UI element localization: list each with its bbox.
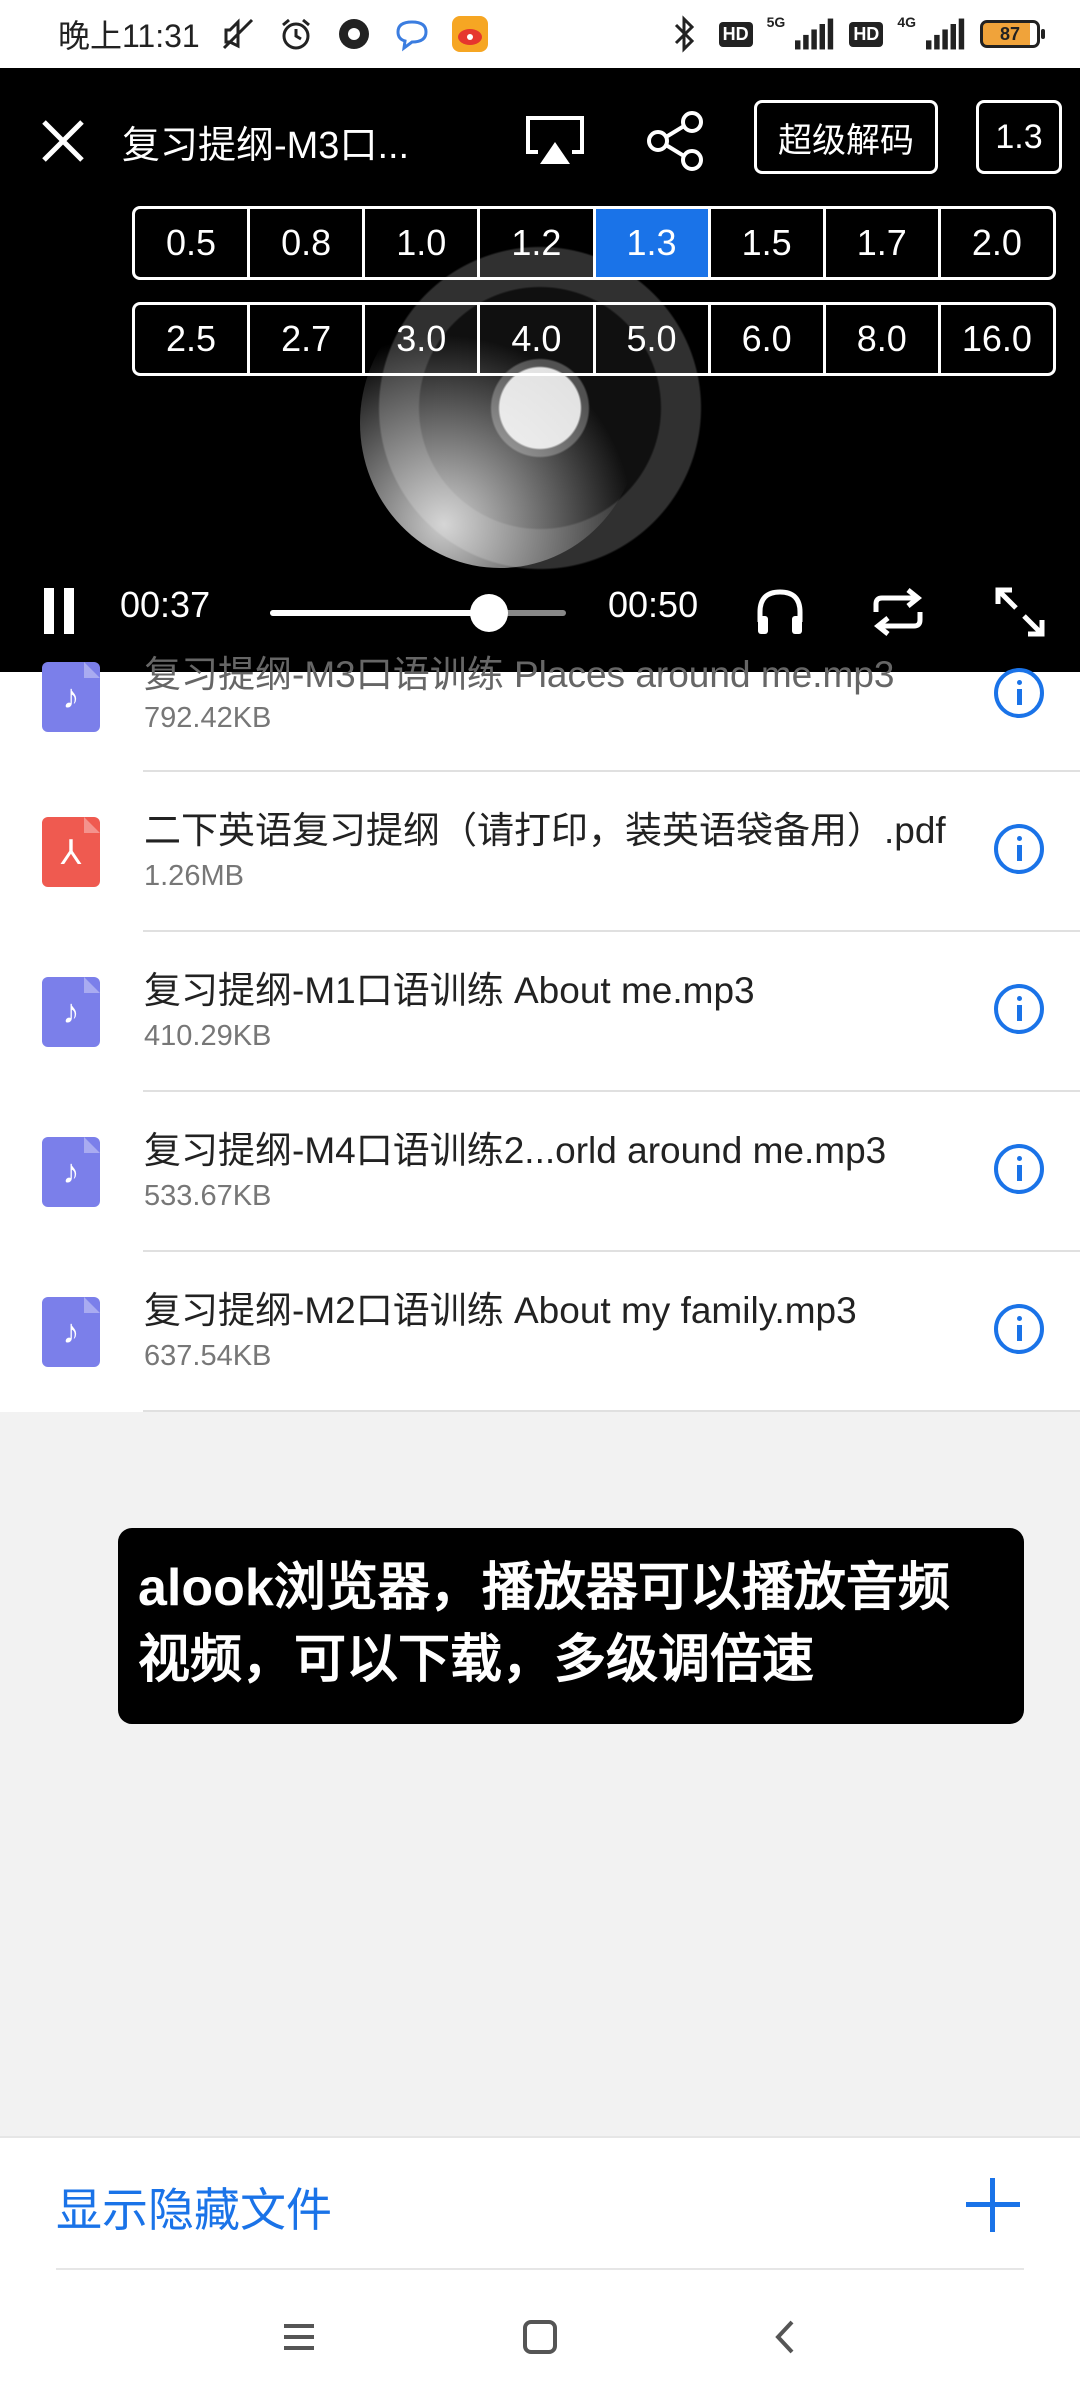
network-type: 5G: [766, 14, 786, 30]
player-title: 复习提纲-M3口...: [122, 125, 410, 167]
file-size: 533.67KB: [144, 1180, 272, 1212]
speed-option[interactable]: 0.5: [135, 209, 251, 277]
hd-badge: HD: [718, 21, 753, 47]
caption-overlay: alook浏览器，播放器可以播放音频 视频，可以下载，多级调倍速: [118, 1528, 1024, 1724]
file-list: ♪ 复习提纲-M3口语训练 Places around me.mp3 792.4…: [0, 654, 1080, 1412]
speed-option[interactable]: 1.7: [826, 209, 941, 277]
network-type: 4G: [897, 14, 916, 30]
speed-option[interactable]: 6.0: [711, 305, 826, 373]
speed-option[interactable]: 1.5: [711, 209, 826, 277]
repeat-button[interactable]: [868, 582, 928, 642]
info-icon[interactable]: [994, 1304, 1044, 1354]
file-size: 637.54KB: [144, 1340, 272, 1372]
show-hidden-files-button[interactable]: 显示隐藏文件: [56, 2174, 332, 2240]
share-button[interactable]: [644, 108, 710, 174]
caption-line: alook浏览器，播放器可以播放音频: [138, 1559, 950, 1617]
cast-button[interactable]: [522, 108, 588, 174]
pdf-file-icon: ⅄: [42, 817, 100, 887]
fullscreen-icon: [995, 587, 1045, 637]
navigation-bar: [0, 2270, 1080, 2400]
speed-option-selected[interactable]: 1.3: [595, 209, 711, 277]
speed-option[interactable]: 2.5: [135, 305, 251, 373]
file-name: 复习提纲-M4口语训练2...orld around me.mp3: [144, 1130, 887, 1171]
audio-file-icon: ♪: [42, 1137, 100, 1207]
current-time: 00:37: [120, 584, 211, 625]
info-icon[interactable]: [994, 668, 1044, 718]
menu-icon: [284, 2324, 314, 2350]
signal-icon: [795, 14, 835, 54]
speed-option[interactable]: 1.0: [365, 209, 481, 277]
audio-file-icon: ♪: [42, 977, 100, 1047]
file-item[interactable]: ♪ 复习提纲-M3口语训练 Places around me.mp3 792.4…: [0, 654, 1080, 772]
chat-icon: [392, 14, 432, 54]
close-icon: [42, 120, 84, 162]
speed-option[interactable]: 4.0: [480, 305, 596, 373]
speed-option[interactable]: 8.0: [826, 305, 941, 373]
duration: 00:50: [608, 584, 699, 625]
status-bar: 晚上11:31 HD 5G HD 4G 87: [0, 0, 1080, 68]
file-size: 1.26MB: [144, 860, 244, 892]
seek-bar-fill: [270, 610, 490, 616]
seek-bar[interactable]: [270, 594, 566, 632]
bottom-bar: 显示隐藏文件: [0, 2136, 1080, 2272]
speed-option[interactable]: 2.0: [941, 209, 1053, 277]
speed-options-row2: 2.5 2.7 3.0 4.0 5.0 6.0 8.0 16.0: [132, 302, 1056, 376]
info-icon[interactable]: [994, 984, 1044, 1034]
file-name: 复习提纲-M2口语训练 About my family.mp3: [144, 1290, 857, 1331]
file-item[interactable]: ♪ 复习提纲-M4口语训练2...orld around me.mp3 533.…: [0, 1092, 1080, 1252]
back-nav-button[interactable]: [762, 2312, 812, 2362]
speed-option[interactable]: 3.0: [365, 305, 481, 373]
back-icon: [775, 2320, 794, 2354]
pause-button[interactable]: [40, 588, 80, 638]
bluetooth-icon: [665, 14, 705, 54]
audio-file-icon: ♪: [42, 662, 100, 732]
caption-line: 视频，可以下载，多级调倍速: [138, 1631, 815, 1689]
file-name: 复习提纲-M1口语训练 About me.mp3: [144, 970, 755, 1011]
file-item[interactable]: ♪ 复习提纲-M2口语训练 About my family.mp3 637.54…: [0, 1252, 1080, 1412]
super-decode-button[interactable]: 超级解码: [754, 100, 938, 174]
home-nav-button[interactable]: [515, 2312, 565, 2362]
battery-level: 87: [999, 23, 1021, 44]
add-icon[interactable]: [966, 2178, 1020, 2232]
seek-thumb[interactable]: [470, 594, 509, 632]
file-size: 792.42KB: [144, 702, 272, 734]
app-icon: [334, 14, 374, 54]
speed-option[interactable]: 1.2: [480, 209, 596, 277]
alarm-icon: [276, 14, 316, 54]
file-name: 二下英语复习提纲（请打印，装英语袋备用）.pdf: [144, 810, 946, 851]
file-size: 410.29KB: [144, 1020, 272, 1052]
info-icon[interactable]: [994, 1144, 1044, 1194]
file-item[interactable]: ⅄ 二下英语复习提纲（请打印，装英语袋备用）.pdf 1.26MB: [0, 772, 1080, 932]
weibo-icon: [450, 14, 490, 54]
mute-icon: [218, 14, 258, 54]
battery-icon: 87: [980, 20, 1045, 48]
fullscreen-button[interactable]: [990, 582, 1050, 642]
cast-icon: [526, 116, 584, 164]
speed-option[interactable]: 0.8: [250, 209, 366, 277]
audio-file-icon: ♪: [42, 1297, 100, 1367]
headphones-button[interactable]: [750, 582, 810, 642]
home-icon: [523, 2320, 557, 2354]
speed-options-row1: 0.5 0.8 1.0 1.2 1.3 1.5 1.7 2.0: [132, 206, 1056, 280]
playback-speed-button[interactable]: 1.3: [976, 100, 1062, 174]
close-button[interactable]: [38, 116, 88, 166]
status-time: 晚上11:31: [58, 18, 200, 54]
info-icon[interactable]: [994, 824, 1044, 874]
repeat-icon: [873, 588, 923, 636]
signal-icon: [926, 14, 966, 54]
file-item[interactable]: ♪ 复习提纲-M1口语训练 About me.mp3 410.29KB: [0, 932, 1080, 1092]
share-icon: [647, 111, 703, 171]
speed-option[interactable]: 5.0: [596, 305, 711, 373]
media-player: 复习提纲-M3口... 超级解码 1.3 0.5 0.8 1.0 1.2 1.3…: [0, 68, 1080, 672]
headphones-icon: [757, 589, 803, 634]
menu-nav-button[interactable]: [274, 2312, 324, 2362]
speed-option[interactable]: 2.7: [250, 305, 366, 373]
file-name: 复习提纲-M3口语训练 Places around me.mp3: [144, 654, 895, 695]
hd-badge: HD: [849, 21, 884, 47]
speed-option[interactable]: 16.0: [941, 305, 1053, 373]
